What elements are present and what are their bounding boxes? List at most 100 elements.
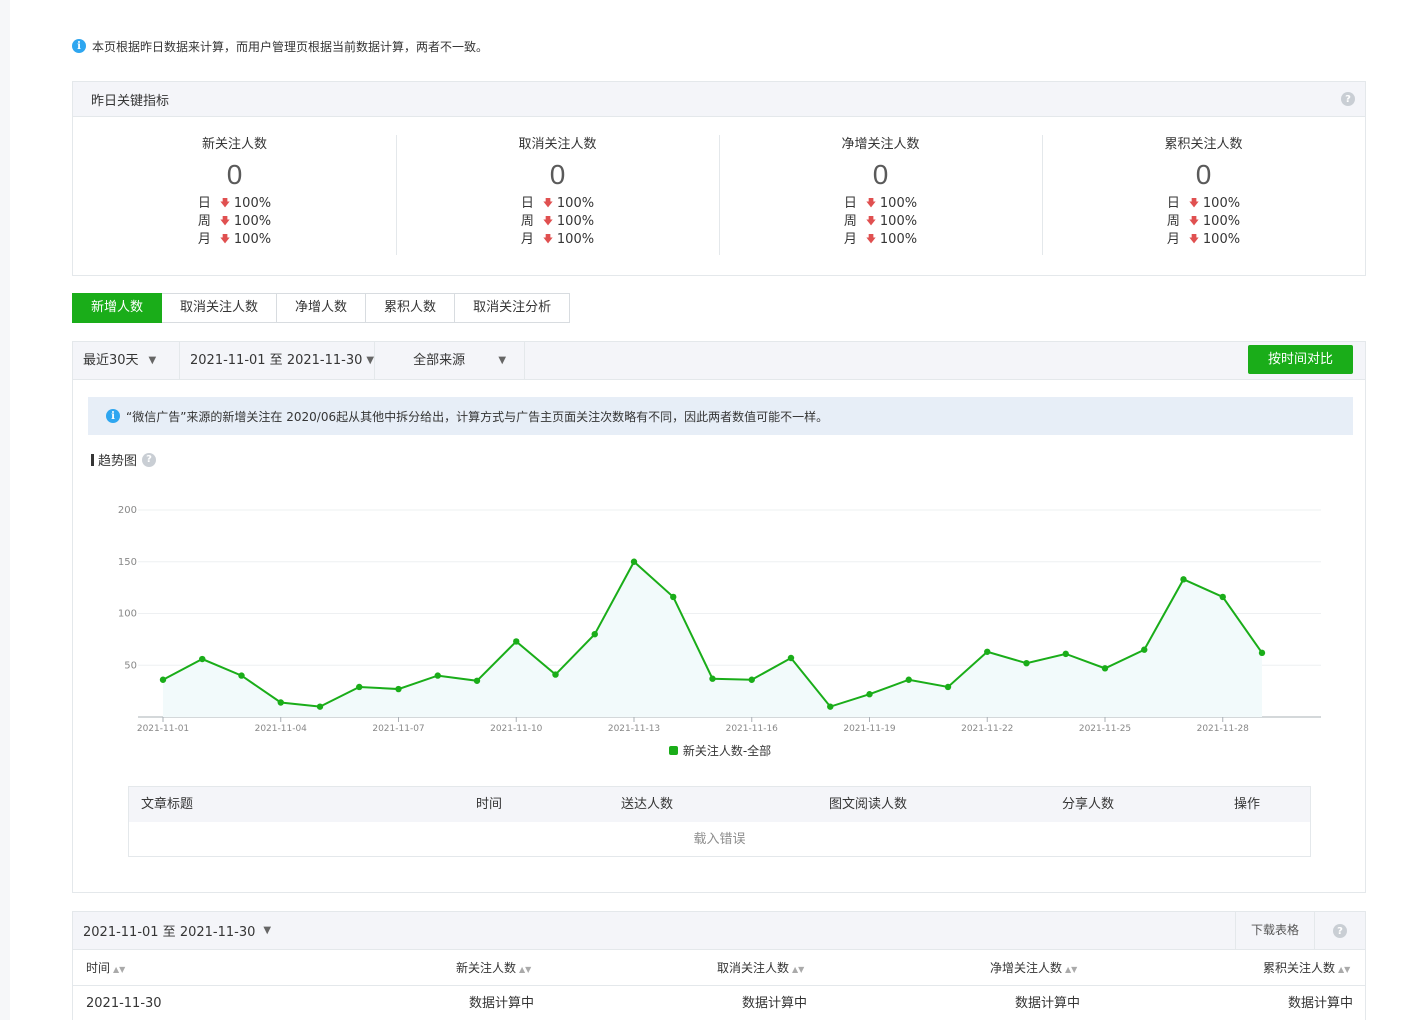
x-tick-label: 2021-11-13	[608, 724, 660, 734]
data-point	[434, 672, 441, 679]
y-tick-label: 50	[124, 660, 137, 671]
table-row: 2021-11-30 数据计算中 数据计算中 数据计算中 数据计算中	[73, 986, 1365, 1020]
data-point	[356, 683, 363, 691]
x-tick-label: 2021-11-22	[961, 724, 1013, 734]
tab-new-followers[interactable]: 新增人数	[72, 293, 163, 323]
tab-total[interactable]: 累积人数	[366, 293, 456, 323]
cell-total: 数据计算中	[1288, 996, 1354, 1011]
chart-panel: 最近30天 ▼ 2021-11-01 至 2021-11-30 ▼ 全部来源 ▼…	[72, 341, 1366, 893]
col-date[interactable]: 时间 ▲▼	[86, 950, 125, 988]
kpi-net-growth: 净增关注人数 0 日 🡇 100% 周 🡇 100% 月 🡇 100%	[719, 135, 1042, 275]
down-arrow-icon: 🡇	[542, 216, 554, 227]
kpi-value: 0	[872, 159, 889, 190]
chart-legend[interactable]: 新关注人数-全部	[73, 742, 1367, 759]
period-label: 日	[520, 196, 534, 211]
sort-icon[interactable]: ▲▼	[1065, 965, 1077, 974]
change-pct: 100%	[556, 232, 595, 247]
period-label: 月	[843, 232, 857, 247]
data-point	[277, 699, 284, 706]
help-icon[interactable]: ?	[1341, 92, 1355, 106]
col-new-followers[interactable]: 新关注人数 ▲▼	[456, 950, 531, 988]
sort-icon[interactable]: ▲▼	[113, 965, 125, 974]
data-point	[630, 558, 638, 565]
series-area	[163, 561, 1262, 717]
col-total-followers[interactable]: 累积关注人数 ▲▼	[1263, 950, 1350, 988]
tab-net-growth[interactable]: 净增人数	[277, 293, 367, 323]
data-point	[513, 638, 520, 645]
col-new-label: 新关注人数	[456, 961, 517, 975]
tab-unfollowers[interactable]: 取消关注人数	[162, 293, 278, 323]
date-range-select[interactable]: 2021-11-01 至 2021-11-30 ▼	[179, 341, 376, 380]
col-shares: 分享人数	[1062, 797, 1115, 812]
down-arrow-icon: 🡇	[219, 234, 231, 245]
col-reads: 图文阅读人数	[829, 797, 908, 812]
data-point	[199, 655, 206, 663]
kpi-value: 0	[549, 159, 566, 190]
info-icon: i	[106, 409, 120, 423]
col-unfollowers[interactable]: 取消关注人数 ▲▼	[717, 950, 804, 988]
period-label: 周	[197, 214, 211, 229]
trend-title-text: 趋势图	[98, 454, 138, 469]
col-actions: 操作	[1234, 797, 1261, 812]
x-tick-label: 2021-11-07	[372, 724, 424, 734]
down-arrow-icon: 🡇	[1188, 234, 1200, 245]
data-point	[670, 593, 677, 601]
date-range-label: 2021-11-01 至 2021-11-30	[190, 352, 363, 368]
sort-icon[interactable]: ▲▼	[792, 965, 804, 974]
help-icon[interactable]: ?	[1333, 924, 1347, 938]
kpi-change-week: 周 🡇 100%	[1167, 213, 1240, 231]
data-point	[316, 703, 324, 710]
x-tick-label: 2021-11-16	[726, 724, 779, 734]
kpi-change-month: 月 🡇 100%	[1167, 231, 1240, 249]
compare-by-time-button[interactable]: 按时间对比	[1248, 345, 1353, 374]
legend-swatch	[668, 746, 678, 755]
kpi-value: 0	[1195, 159, 1212, 190]
data-point	[1023, 659, 1030, 667]
chevron-down-icon[interactable]: ▼	[263, 925, 271, 936]
data-point	[238, 672, 245, 679]
data-point	[1258, 649, 1266, 657]
y-tick-label: 150	[118, 557, 137, 568]
down-arrow-icon: 🡇	[865, 198, 877, 209]
kpi-row: 新关注人数 0 日 🡇 100% 周 🡇 100% 月 🡇 100% 取消关注人数 0 日 🡇…	[73, 117, 1365, 275]
trend-chart: 50 100 150 200 2021-11-01 2021-11-04 2021-11-0…	[118, 505, 1321, 734]
down-arrow-icon: 🡇	[865, 234, 877, 245]
change-pct: 100%	[879, 232, 918, 247]
down-arrow-icon: 🡇	[865, 216, 877, 227]
col-time: 时间	[476, 797, 503, 812]
kpi-change-month: 月 🡇 100%	[198, 231, 271, 249]
col-net-growth[interactable]: 净增关注人数 ▲▼	[990, 950, 1077, 988]
period-label: 月	[520, 232, 534, 247]
kpi-label: 累积关注人数	[1164, 137, 1243, 152]
kpi-changes: 日 🡇 100% 周 🡇 100% 月 🡇 100%	[521, 195, 594, 249]
sort-icon[interactable]: ▲▼	[519, 965, 531, 974]
down-arrow-icon: 🡇	[219, 216, 231, 227]
down-arrow-icon: 🡇	[1188, 198, 1200, 209]
kpi-changes: 日 🡇 100% 周 🡇 100% 月 🡇 100%	[1167, 195, 1240, 249]
data-point	[395, 685, 402, 693]
info-icon: i	[72, 39, 86, 53]
change-pct: 100%	[233, 214, 272, 229]
kpi-change-week: 周 🡇 100%	[844, 213, 917, 231]
change-pct: 100%	[1202, 214, 1241, 229]
article-table-header: 文章标题 时间 送达人数 图文阅读人数 分享人数 操作	[129, 787, 1310, 822]
data-point	[787, 654, 795, 662]
data-range-select[interactable]: 2021-11-01 至 2021-11-30	[83, 921, 255, 940]
period-select[interactable]: 最近30天 ▼	[73, 342, 179, 380]
data-point	[1062, 650, 1069, 658]
col-net-label: 净增关注人数	[990, 961, 1063, 975]
data-table-toolbar: 2021-11-01 至 2021-11-30 ▼ 下载表格 ?	[73, 912, 1365, 950]
title-bar	[91, 453, 94, 466]
kpi-label: 新关注人数	[201, 137, 267, 152]
chart-tip-text: “微信广告”来源的新增关注在 2020/06起从其他中拆分给出，计算方式与广告主…	[126, 409, 829, 424]
sort-icon[interactable]: ▲▼	[1338, 965, 1350, 974]
period-label: 月	[1166, 232, 1180, 247]
kpi-change-day: 日 🡇 100%	[198, 195, 271, 213]
col-delivered: 送达人数	[621, 797, 674, 812]
source-select[interactable]: 全部来源 ▼	[375, 341, 526, 380]
download-table-button[interactable]: 下载表格	[1234, 912, 1315, 949]
kpi-panel: 昨日关键指标 ? 新关注人数 0 日 🡇 100% 周 🡇 100% 月 🡇 100% 取消…	[72, 81, 1366, 276]
help-icon[interactable]: ?	[142, 452, 157, 467]
tab-unfollow-analysis[interactable]: 取消关注分析	[455, 293, 571, 323]
down-arrow-icon: 🡇	[542, 198, 554, 209]
